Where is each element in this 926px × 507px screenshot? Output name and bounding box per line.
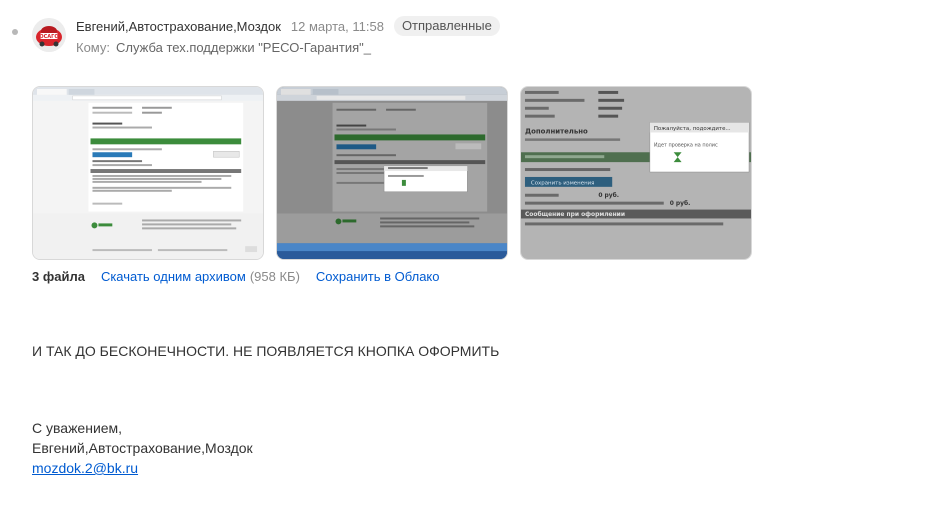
unread-indicator[interactable] [12,29,18,35]
message-date: 12 марта, 11:58 [290,18,384,34]
signature-greeting: С уважением, [32,420,123,436]
recipient-line: Кому: Служба тех.поддержки "РЕСО-Гарантия… [76,40,371,55]
thumb3-price-1: 0 руб. [598,192,619,199]
sender-name[interactable]: Евгений,Автострахование,Моздок [76,19,281,34]
signature-name: Евгений,Автострахование,Моздок [32,440,253,456]
save-to-cloud-link[interactable]: Сохранить в Облако [316,269,440,284]
attachment-thumbnail-2[interactable] [276,86,508,260]
recipient-name[interactable]: Служба тех.поддержки "РЕСО-Гарантия"_ [116,40,371,55]
folder-badge[interactable]: Отправленные [393,16,500,36]
thumb3-price-2: 0 руб. [670,200,691,207]
download-archive-link[interactable]: Скачать одним архивом [101,269,246,284]
thumb3-button: Сохранить изменения [531,180,595,186]
thumb3-section-title: Дополнительно [525,127,588,135]
message-body-text: И ТАК ДО БЕСКОНЕЧНОСТИ. НЕ ПОЯВЛЯЕТСЯ КН… [32,343,500,359]
avatar[interactable]: ОСАГО [32,18,66,52]
files-count: 3 файла [32,269,85,284]
to-label: Кому: [76,40,110,55]
archive-size: (958 КБ) [249,269,300,284]
attachment-thumbnail-1[interactable] [32,86,264,260]
attachment-bar: 3 файла Скачать одним архивом (958 КБ) С… [32,269,440,284]
message-header: Евгений,Автострахование,Моздок 12 марта,… [76,16,500,36]
thumb3-popup-title: Пожалуйста, подождите... [654,125,731,132]
thumb3-popup-text: Идет проверка на полис [654,142,718,148]
avatar-label: ОСАГО [39,34,58,40]
thumb3-error-header: Сообщение при оформлении [525,211,625,218]
attachment-thumbnail-3[interactable]: Дополнительно Сохранить изменения 0 руб.… [520,86,752,260]
signature-email-link[interactable]: mozdok.2@bk.ru [32,460,138,476]
